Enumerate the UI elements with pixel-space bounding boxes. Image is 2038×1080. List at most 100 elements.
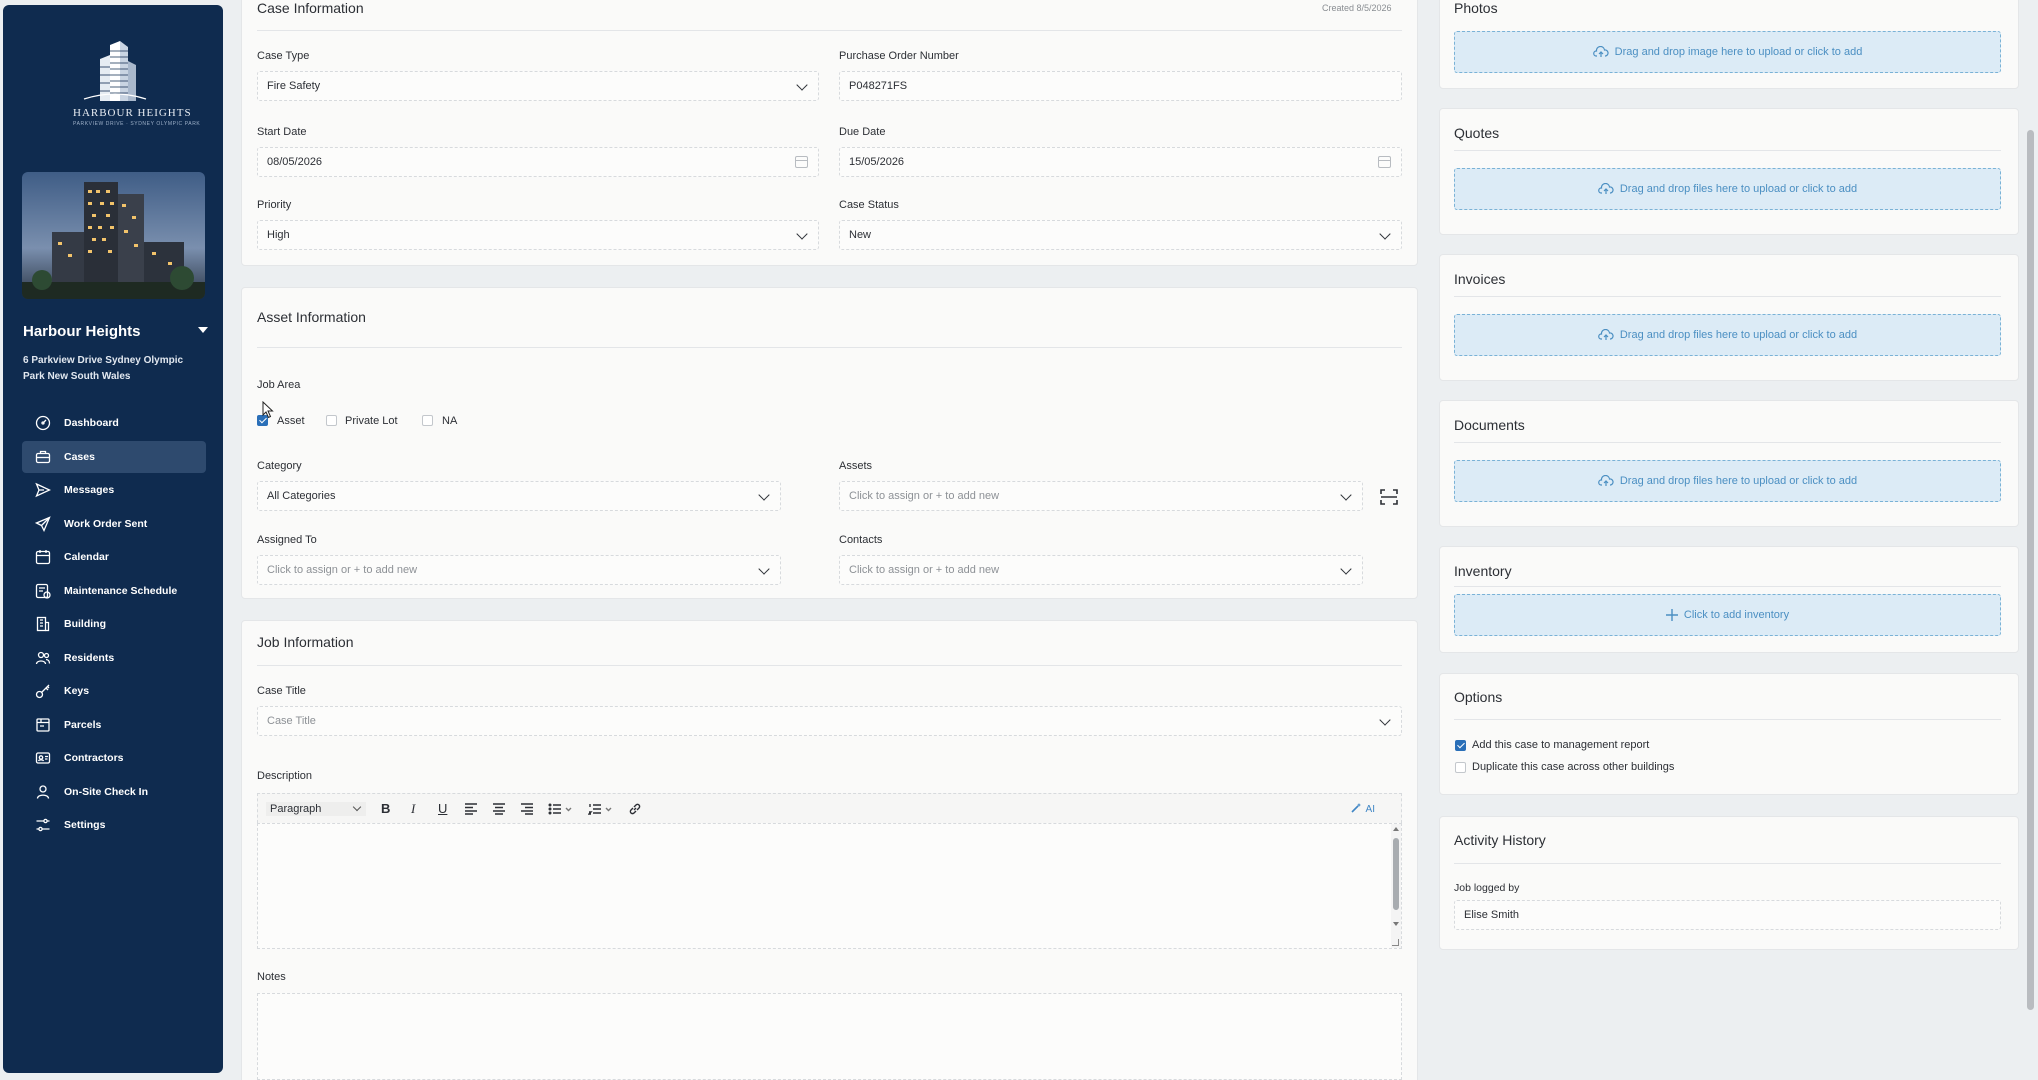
scroll-down-icon[interactable]	[1393, 922, 1399, 926]
underline-button[interactable]: U	[438, 801, 447, 816]
calendar-icon[interactable]	[795, 156, 808, 168]
sidebar-item-keys[interactable]: Keys	[22, 675, 206, 707]
na-checkbox[interactable]	[422, 415, 433, 426]
documents-upload-zone[interactable]: Drag and drop files here to upload or cl…	[1454, 460, 2001, 502]
page-scrollbar[interactable]	[2027, 130, 2034, 1010]
building-logo: HARBOUR HEIGHTS PARKVIEW DRIVE · SYDNEY …	[73, 41, 200, 149]
chevron-down-icon	[1340, 563, 1352, 575]
duplicate-case-checkbox[interactable]	[1455, 762, 1466, 773]
building-switch-caret-icon[interactable]	[198, 327, 208, 333]
link-icon[interactable]	[628, 802, 642, 816]
sidebar-item-dashboard[interactable]: Dashboard	[22, 407, 206, 439]
photos-title: Photos	[1454, 0, 1498, 16]
priority-select[interactable]: High	[257, 220, 819, 250]
resize-handle-icon[interactable]	[1392, 939, 1399, 946]
logged-by-value: Elise Smith	[1464, 909, 1520, 921]
scroll-up-icon[interactable]	[1393, 827, 1399, 831]
italic-button[interactable]: I	[411, 801, 415, 817]
tower-logo-icon	[83, 41, 147, 101]
sidebar: HARBOUR HEIGHTS PARKVIEW DRIVE · SYDNEY …	[3, 5, 223, 1073]
category-select[interactable]: All Categories	[257, 481, 781, 511]
start-date-input[interactable]: 08/05/2026	[257, 147, 819, 177]
management-report-checkbox[interactable]	[1455, 740, 1466, 751]
contacts-select[interactable]: Click to assign or + to add new	[839, 555, 1363, 585]
numbered-list-icon[interactable]	[588, 803, 614, 815]
bold-button[interactable]: B	[381, 801, 390, 816]
notes-label: Notes	[257, 971, 286, 983]
sidebar-item-building[interactable]: Building	[22, 608, 206, 640]
chevron-down-icon	[1379, 714, 1391, 726]
divider	[1454, 719, 2001, 720]
category-value: All Categories	[267, 490, 336, 502]
chevron-down-icon	[758, 563, 770, 575]
priority-value: High	[267, 229, 290, 241]
sidebar-item-settings[interactable]: Settings	[22, 809, 206, 841]
sidebar-nav: Dashboard Cases Messages Work Order Sent…	[22, 407, 206, 843]
sidebar-item-messages[interactable]: Messages	[22, 474, 206, 506]
assets-select[interactable]: Click to assign or + to add new	[839, 481, 1363, 511]
sidebar-item-label: Parcels	[64, 718, 102, 731]
send-icon	[35, 482, 51, 498]
due-date-input[interactable]: 15/05/2026	[839, 147, 1402, 177]
sidebar-item-contractors[interactable]: Contractors	[22, 742, 206, 774]
building-name[interactable]: Harbour Heights	[23, 323, 141, 340]
sidebar-item-maintenance-schedule[interactable]: Maintenance Schedule	[22, 575, 206, 607]
case-type-select[interactable]: Fire Safety	[257, 71, 819, 101]
parcel-icon	[36, 717, 50, 732]
calendar-icon[interactable]	[1378, 156, 1391, 168]
assigned-to-label: Assigned To	[257, 534, 317, 546]
description-editor[interactable]	[257, 823, 1402, 949]
dashboard-icon	[35, 415, 51, 431]
bullet-list-icon[interactable]	[548, 803, 574, 815]
editor-scroll-thumb[interactable]	[1393, 838, 1399, 910]
chevron-down-icon	[758, 489, 770, 501]
sidebar-item-cases[interactable]: Cases	[22, 440, 206, 473]
options-title: Options	[1454, 689, 1503, 705]
asset-information-panel	[241, 287, 1418, 599]
po-input[interactable]: P048271FS	[839, 71, 1402, 101]
assigned-to-select[interactable]: Click to assign or + to add new	[257, 555, 781, 585]
sidebar-item-parcels[interactable]: Parcels	[22, 709, 206, 741]
quotes-upload-zone[interactable]: Drag and drop files here to upload or cl…	[1454, 168, 2001, 210]
case-information-title: Case Information	[257, 0, 364, 16]
case-status-select[interactable]: New	[839, 220, 1402, 250]
assets-placeholder: Click to assign or + to add new	[849, 490, 1000, 502]
private-lot-checkbox[interactable]	[326, 415, 337, 426]
magic-wand-icon	[1350, 803, 1361, 813]
scan-icon[interactable]	[1380, 489, 1398, 505]
documents-title: Documents	[1454, 417, 1525, 433]
job-area-label: Job Area	[257, 379, 301, 391]
sidebar-item-residents[interactable]: Residents	[22, 642, 206, 674]
documents-upload-text: Drag and drop files here to upload or cl…	[1619, 475, 1858, 487]
sidebar-item-calendar[interactable]: Calendar	[22, 541, 206, 573]
add-inventory-button[interactable]: Click to add inventory	[1454, 594, 2001, 636]
assets-label: Assets	[839, 460, 873, 472]
start-date-label: Start Date	[257, 126, 307, 138]
align-center-icon[interactable]	[492, 803, 506, 815]
chevron-down-icon	[1340, 489, 1352, 501]
align-right-icon[interactable]	[520, 803, 534, 815]
editor-toolbar: Paragraph B I U AI	[257, 793, 1402, 823]
invoices-title: Invoices	[1454, 271, 1506, 287]
editor-scrollbar[interactable]	[1391, 824, 1401, 948]
ai-button[interactable]: AI	[1350, 802, 1375, 815]
paragraph-select[interactable]: Paragraph	[266, 802, 366, 816]
align-left-icon[interactable]	[464, 803, 478, 815]
cloud-upload-icon	[1592, 46, 1609, 57]
photos-upload-zone[interactable]: Drag and drop image here to upload or cl…	[1454, 31, 2001, 73]
case-title-select[interactable]: Case Title	[257, 706, 1402, 736]
invoices-upload-zone[interactable]: Drag and drop files here to upload or cl…	[1454, 314, 2001, 356]
notes-editor[interactable]	[257, 993, 1402, 1080]
case-type-value: Fire Safety	[267, 80, 321, 92]
sidebar-item-work-order-sent[interactable]: Work Order Sent	[22, 508, 206, 540]
divider	[1454, 296, 2001, 297]
sidebar-item-label: Work Order Sent	[64, 517, 148, 530]
assigned-to-placeholder: Click to assign or + to add new	[267, 564, 418, 576]
chevron-down-icon	[796, 228, 808, 240]
plus-icon	[1665, 609, 1678, 621]
sidebar-item-on-site-check-in[interactable]: On-Site Check In	[22, 776, 206, 808]
chevron-down-icon	[1379, 228, 1391, 240]
divider	[1454, 863, 2001, 864]
paragraph-select-value: Paragraph	[270, 803, 322, 815]
invoices-upload-text: Drag and drop files here to upload or cl…	[1619, 329, 1858, 341]
